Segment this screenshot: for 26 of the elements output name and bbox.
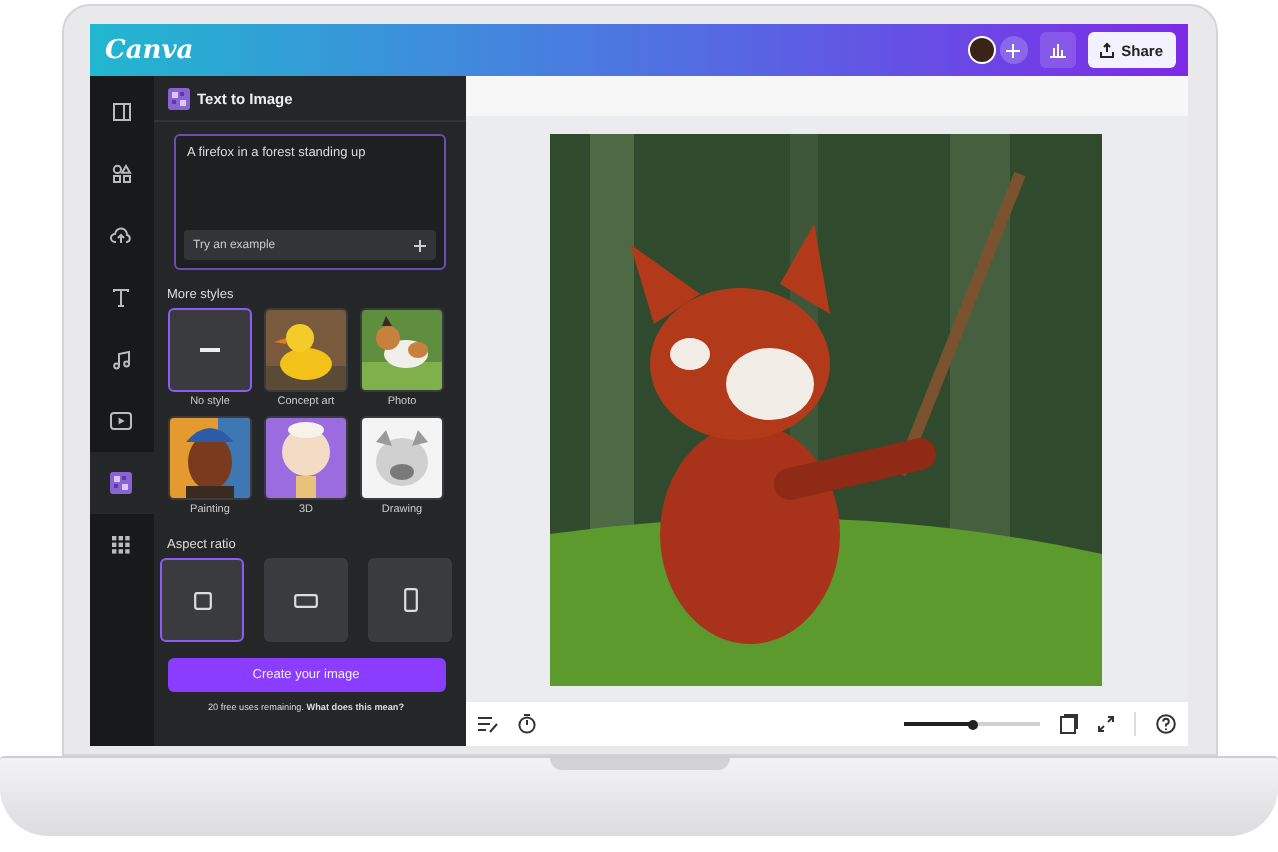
shapes-icon	[111, 163, 131, 183]
app-icon	[110, 472, 132, 494]
cloud-upload-icon	[110, 226, 132, 244]
add-person-button[interactable]	[999, 36, 1028, 64]
fullscreen-icon[interactable]	[1097, 716, 1113, 732]
timer-icon[interactable]	[517, 714, 535, 734]
help-icon[interactable]	[1155, 714, 1175, 734]
pages-icon[interactable]	[1059, 714, 1077, 734]
avatar[interactable]	[967, 36, 996, 64]
insights-button[interactable]	[1039, 32, 1076, 68]
square-icon	[193, 591, 211, 609]
plus-icon	[413, 239, 425, 251]
landscape-rectangle-icon	[294, 593, 318, 607]
video-icon	[110, 412, 132, 430]
bar-chart-icon	[1049, 42, 1066, 58]
notes-icon[interactable]	[477, 715, 497, 733]
portrait-rectangle-icon	[403, 588, 417, 612]
app-icon	[167, 87, 189, 109]
rail-tab[interactable]	[89, 452, 153, 514]
upload-icon	[1099, 42, 1114, 58]
grid-icon	[112, 536, 130, 554]
layout-icon	[111, 101, 131, 121]
text-icon	[112, 287, 130, 307]
music-note-icon	[111, 349, 131, 369]
dash-icon	[200, 348, 220, 352]
plus-icon	[1006, 43, 1021, 57]
